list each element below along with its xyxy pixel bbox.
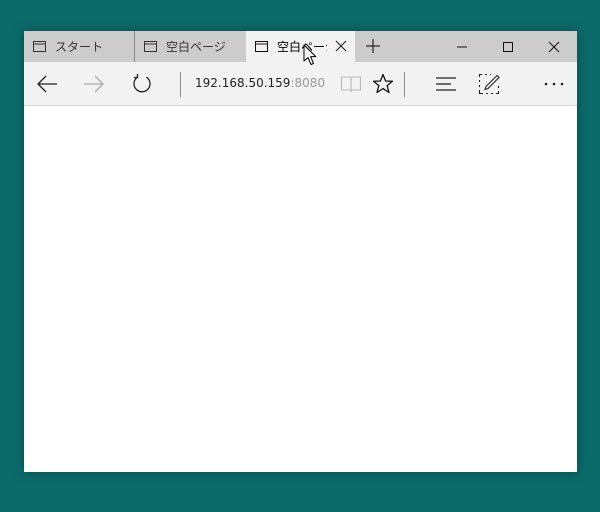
ellipsis-icon: [544, 82, 564, 86]
page-icon: [33, 41, 46, 52]
maximize-icon: [503, 41, 513, 52]
pen-icon: [478, 73, 500, 95]
arrow-right-icon: [84, 75, 104, 93]
web-note-button[interactable]: [476, 71, 502, 97]
address-host: 192.168.50.159: [195, 76, 291, 90]
refresh-icon: [133, 74, 151, 93]
address-bar[interactable]: 192.168.50.159:8080: [195, 76, 325, 90]
star-icon: [372, 73, 394, 94]
page-icon: [255, 41, 268, 52]
minimize-button[interactable]: [439, 31, 485, 62]
toolbar-divider: [404, 72, 405, 97]
page-content: [24, 106, 577, 472]
minimize-icon: [457, 46, 467, 47]
tab-blank-1[interactable]: 空白ページ: [134, 31, 246, 62]
more-button[interactable]: [541, 71, 567, 97]
address-port: :8080: [290, 76, 326, 90]
browser-window: スタート 空白ページ 空白ページ: [24, 31, 577, 472]
tab-start[interactable]: スタート: [24, 31, 134, 62]
favorite-button[interactable]: [370, 71, 396, 97]
mouse-cursor-icon: [303, 44, 317, 65]
tab-bar: スタート 空白ページ 空白ページ: [24, 31, 577, 62]
forward-button[interactable]: [81, 71, 107, 97]
back-button[interactable]: [34, 71, 60, 97]
tab-blank-active[interactable]: 空白ページ: [246, 31, 355, 62]
tab-title: 空白ページ: [166, 40, 226, 54]
toolbar-divider: [180, 72, 181, 97]
reading-view-button[interactable]: [338, 71, 364, 97]
hub-button[interactable]: [433, 71, 459, 97]
refresh-button[interactable]: [129, 71, 155, 97]
nav-toolbar: 192.168.50.159:8080: [24, 62, 577, 106]
maximize-button[interactable]: [485, 31, 531, 62]
book-icon: [340, 76, 362, 93]
tab-title: スタート: [55, 40, 104, 54]
plus-icon[interactable]: [364, 37, 382, 55]
close-icon[interactable]: [335, 40, 347, 52]
close-icon: [548, 41, 560, 52]
window-close-button[interactable]: [531, 31, 577, 62]
page-icon: [144, 41, 157, 52]
hub-icon: [436, 77, 456, 91]
arrow-left-icon: [37, 75, 57, 93]
tab-title: 空白ページ: [277, 40, 327, 54]
